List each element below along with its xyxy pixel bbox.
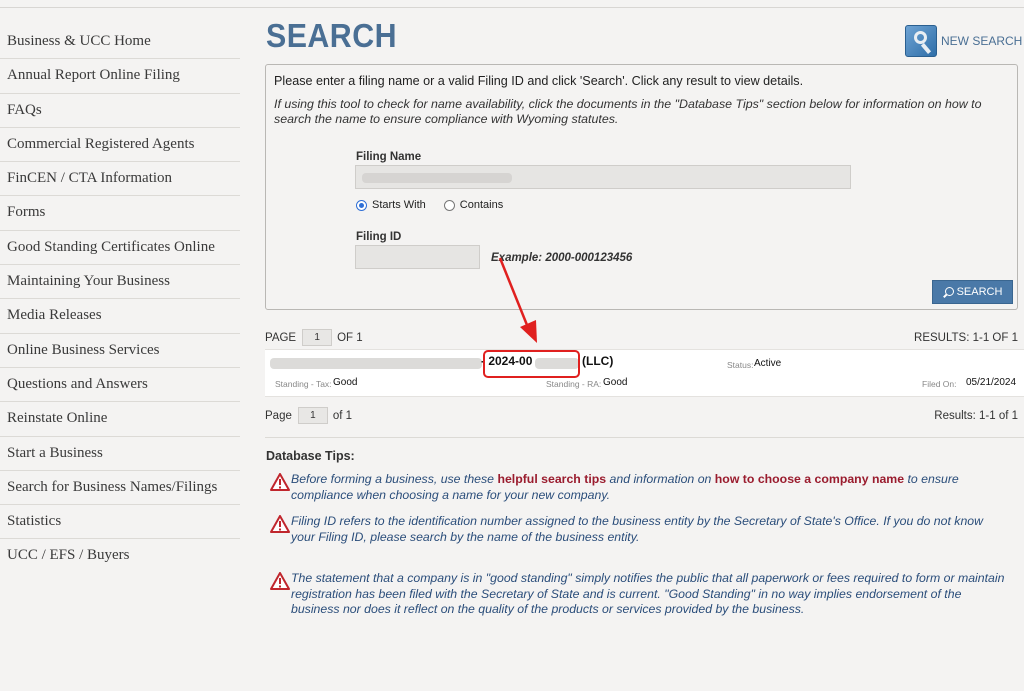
starts-with-label: Starts With bbox=[372, 199, 426, 211]
pager-bottom-page-input[interactable]: 1 bbox=[297, 407, 328, 424]
new-search-button[interactable]: NEW SEARCH bbox=[905, 25, 1022, 57]
pager-top: PAGE 1 OF 1 RESULTS: 1-1 OF 1 bbox=[265, 329, 1018, 346]
sidebar-item-statistics[interactable]: Statistics bbox=[0, 505, 240, 540]
choose-company-name-link[interactable]: how to choose a company name bbox=[715, 472, 904, 486]
sidebar-item-search-names[interactable]: Search for Business Names/Filings bbox=[0, 471, 240, 506]
pager-top-page-input[interactable]: 1 bbox=[302, 329, 333, 346]
filing-name-input[interactable] bbox=[355, 165, 851, 189]
warning-icon bbox=[270, 473, 290, 491]
database-tips-title: Database Tips: bbox=[266, 449, 355, 463]
sidebar-item-faqs[interactable]: FAQs bbox=[0, 94, 240, 128]
search-button-label: SEARCH bbox=[956, 286, 1003, 298]
pager-top-results: RESULTS: 1-1 OF 1 bbox=[914, 331, 1018, 344]
starts-with-radio[interactable] bbox=[356, 199, 367, 211]
tip-item-name-search: Before forming a business, use these hel… bbox=[269, 472, 1009, 503]
contains-radio[interactable] bbox=[443, 199, 455, 211]
tip-item-good-standing: The statement that a company is in "good… bbox=[269, 571, 1009, 618]
pager-bottom-page-label: Page bbox=[265, 409, 292, 422]
search-form: Please enter a filing name or a valid Fi… bbox=[265, 64, 1018, 310]
result-entity-type: (LLC) bbox=[582, 354, 614, 368]
warning-icon bbox=[270, 515, 290, 533]
tip1-text-a: Before forming a business, use these bbox=[291, 472, 498, 486]
tip-text-filing-id: Filing ID refers to the identification n… bbox=[291, 514, 984, 544]
sidebar-item-start-business[interactable]: Start a Business bbox=[0, 437, 240, 471]
search-icon bbox=[943, 286, 954, 298]
standing-tax-label: Standing - Tax: bbox=[275, 379, 332, 389]
new-search-label: NEW SEARCH bbox=[941, 34, 1023, 48]
filed-on-label: Filed On: bbox=[922, 379, 957, 389]
filing-name-redacted bbox=[362, 173, 512, 183]
sidebar-item-fincen[interactable]: FinCEN / CTA Information bbox=[0, 162, 240, 197]
standing-tax-value: Good bbox=[333, 377, 358, 388]
sidebar-item-online-services[interactable]: Online Business Services bbox=[0, 334, 240, 368]
sidebar-item-good-standing[interactable]: Good Standing Certificates Online bbox=[0, 231, 240, 266]
sidebar-item-forms[interactable]: Forms bbox=[0, 196, 240, 231]
sidebar-item-media[interactable]: Media Releases bbox=[0, 299, 240, 334]
sidebar-nav: Business & UCC Home Annual Report Online… bbox=[0, 25, 240, 574]
filing-id-label: Filing ID bbox=[356, 231, 402, 243]
new-search-icon bbox=[905, 25, 937, 57]
search-button[interactable]: SEARCH bbox=[932, 280, 1013, 304]
tip-text-name-search: Before forming a business, use these hel… bbox=[291, 472, 1009, 503]
tip1-text-b: and information on bbox=[606, 472, 715, 486]
sidebar-item-maintaining[interactable]: Maintaining Your Business bbox=[0, 265, 240, 300]
filing-id-highlight-box bbox=[483, 350, 580, 378]
filing-id-input[interactable] bbox=[355, 245, 480, 269]
top-rule bbox=[0, 7, 1024, 8]
sidebar-item-reinstate[interactable]: Reinstate Online bbox=[0, 402, 240, 437]
name-availability-note: If using this tool to check for name ava… bbox=[274, 97, 982, 126]
pager-bottom-results: Results: 1-1 of 1 bbox=[934, 409, 1018, 422]
sidebar-item-qa[interactable]: Questions and Answers bbox=[0, 368, 240, 403]
filing-name-label: Filing Name bbox=[356, 151, 422, 163]
pager-top-of-label: OF 1 bbox=[337, 331, 363, 344]
helpful-search-tips-link[interactable]: helpful search tips bbox=[497, 472, 606, 486]
status-label: Status: bbox=[727, 360, 754, 370]
tips-divider bbox=[265, 437, 1024, 438]
match-options: Starts With Contains bbox=[356, 199, 503, 211]
warning-icon bbox=[270, 572, 290, 590]
sidebar-item-business-ucc-home[interactable]: Business & UCC Home bbox=[0, 25, 240, 60]
instruction-text: Please enter a filing name or a valid Fi… bbox=[274, 74, 804, 88]
pager-top-page-label: PAGE bbox=[265, 331, 297, 344]
filing-id-example: Example: 2000-000123456 bbox=[491, 252, 633, 264]
result-row[interactable]: - 2024-00 (LLC) Status: Active Standing … bbox=[265, 349, 1024, 397]
standing-ra-value: Good bbox=[603, 377, 628, 388]
sidebar-item-annual-report[interactable]: Annual Report Online Filing bbox=[0, 59, 240, 94]
sidebar-item-ucc-efs[interactable]: UCC / EFS / Buyers bbox=[0, 539, 240, 573]
filed-on-value: 05/21/2024 bbox=[966, 377, 1017, 388]
contains-label: Contains bbox=[459, 199, 504, 211]
pager-bottom-of-label: of 1 bbox=[332, 409, 353, 422]
status-value: Active bbox=[754, 358, 782, 369]
pager-bottom: Page 1 of 1 Results: 1-1 of 1 bbox=[265, 407, 1018, 424]
result-name-redacted bbox=[270, 358, 482, 369]
tip-text-good-standing: The statement that a company is in "good… bbox=[291, 571, 1005, 616]
page-title: SEARCH bbox=[266, 17, 397, 54]
standing-ra-label: Standing - RA: bbox=[546, 379, 602, 389]
tip-item-filing-id: Filing ID refers to the identification n… bbox=[269, 514, 1009, 545]
sidebar-item-registered-agents[interactable]: Commercial Registered Agents bbox=[0, 128, 240, 163]
